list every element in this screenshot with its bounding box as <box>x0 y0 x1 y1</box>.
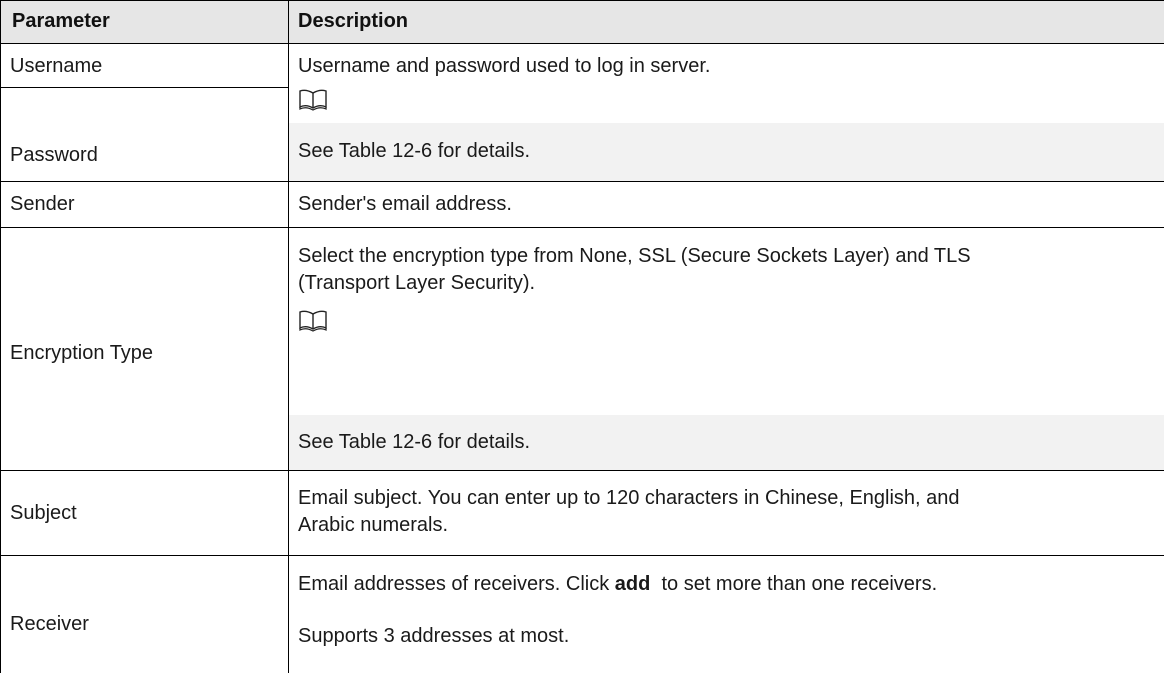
desc-receiver-pre: Email addresses of receivers. Click <box>298 573 615 595</box>
add-keyword: add <box>614 573 651 595</box>
desc-subject-line2: Arabic numerals. <box>298 514 449 536</box>
table-header <box>0 0 1164 44</box>
book-icon <box>299 89 327 111</box>
desc-subject-line1: Email subject. You can enter up to 120 c… <box>298 487 960 509</box>
desc-username: Username and password used to log in ser… <box>298 55 711 77</box>
header-description: Description <box>298 10 409 32</box>
desc-receiver-line2: Supports 3 addresses at most. <box>298 625 570 647</box>
left-border <box>0 0 1 673</box>
row-divider <box>0 470 1164 471</box>
book-icon <box>299 310 327 332</box>
header-parameter: Parameter <box>12 10 110 32</box>
desc-receiver-line1: Email addresses of receivers. Click add … <box>298 571 937 597</box>
row-divider <box>0 87 289 88</box>
row-divider <box>0 181 1164 182</box>
parameter-table: Parameter Description Username Username … <box>0 0 1164 673</box>
desc-encryption-line2: (Transport Layer Security). <box>298 272 536 294</box>
note-encryption: See Table 12-6 for details. <box>298 431 531 453</box>
param-subject: Subject <box>10 502 77 524</box>
row-divider <box>0 555 1164 556</box>
column-separator <box>288 0 289 673</box>
note-password: See Table 12-6 for details. <box>298 140 531 162</box>
param-username: Username <box>10 55 103 77</box>
param-sender: Sender <box>10 193 75 215</box>
desc-encryption-line1: Select the encryption type from None, SS… <box>298 245 971 267</box>
desc-sender: Sender's email address. <box>298 193 512 215</box>
param-encryption-type: Encryption Type <box>10 342 154 364</box>
row-divider <box>0 227 1164 228</box>
param-receiver: Receiver <box>10 613 89 635</box>
desc-receiver-post: to set more than one receivers. <box>650 573 938 595</box>
param-password: Password <box>10 144 98 166</box>
